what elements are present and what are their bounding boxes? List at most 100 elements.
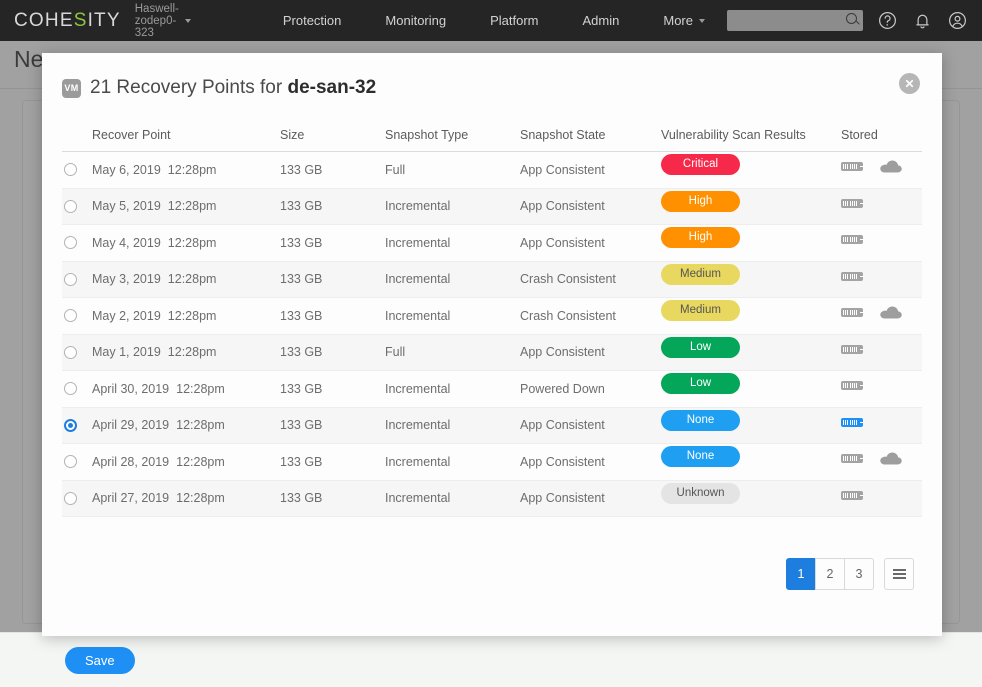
row-size: 133 GB (280, 407, 385, 444)
vulnerability-badge: Medium (661, 300, 740, 321)
vulnerability-badge: High (661, 191, 740, 212)
row-stored-cell (841, 152, 922, 189)
row-recover-point: May 5, 201912:28pm (92, 188, 280, 225)
bell-icon[interactable] (912, 10, 933, 31)
row-select-cell[interactable] (62, 371, 92, 408)
save-button[interactable]: Save (65, 647, 135, 674)
user-icon[interactable] (947, 10, 968, 31)
row-stored-cell (841, 480, 922, 517)
nav-item-protection[interactable]: Protection (261, 0, 364, 41)
row-recover-point: May 4, 201912:28pm (92, 225, 280, 262)
pagination-page-3[interactable]: 3 (844, 558, 874, 590)
modal-title-object: de-san-32 (287, 77, 376, 98)
search-input[interactable] (727, 10, 863, 31)
vulnerability-badge: Unknown (661, 483, 740, 504)
recovery-point-radio[interactable] (64, 309, 77, 322)
row-size: 133 GB (280, 152, 385, 189)
cloud-icon (878, 160, 903, 173)
table-row[interactable]: May 1, 201912:28pm133 GBFullApp Consiste… (62, 334, 922, 371)
row-date: May 1, 2019 (92, 345, 161, 359)
table-row[interactable]: May 5, 201912:28pm133 GBIncrementalApp C… (62, 188, 922, 225)
row-select-cell[interactable] (62, 334, 92, 371)
table-row[interactable]: May 3, 201912:28pm133 GBIncrementalCrash… (62, 261, 922, 298)
local-storage-icon (841, 308, 863, 317)
recovery-point-radio[interactable] (64, 346, 77, 359)
row-snapshot-state: Crash Consistent (520, 298, 661, 335)
row-snapshot-type: Incremental (385, 480, 520, 517)
pagination-page-1[interactable]: 1 (786, 558, 816, 590)
row-vulnerability-cell: High (661, 188, 841, 225)
row-snapshot-type: Incremental (385, 444, 520, 481)
row-vulnerability-cell: Low (661, 334, 841, 371)
row-vulnerability-cell: Medium (661, 298, 841, 335)
row-time: 12:28pm (176, 418, 225, 432)
row-stored-cell (841, 444, 922, 481)
nav-item-platform[interactable]: Platform (468, 0, 560, 41)
table-row[interactable]: May 6, 201912:28pm133 GBFullApp Consiste… (62, 152, 922, 189)
recovery-point-radio[interactable] (64, 492, 77, 505)
row-select-cell[interactable] (62, 152, 92, 189)
table-row[interactable]: April 27, 201912:28pm133 GBIncrementalAp… (62, 480, 922, 517)
row-select-cell[interactable] (62, 407, 92, 444)
nav-item-more[interactable]: More (641, 0, 727, 41)
cluster-selector[interactable]: Haswell-zodep0-323 (135, 3, 191, 39)
row-recover-point: May 6, 2019 12:28pm (92, 152, 280, 189)
recovery-point-radio[interactable] (64, 200, 77, 213)
row-snapshot-state: App Consistent (520, 444, 661, 481)
logo-part-2: ITY (88, 10, 121, 31)
table-row[interactable]: May 4, 201912:28pm133 GBIncrementalApp C… (62, 225, 922, 262)
row-select-cell[interactable] (62, 480, 92, 517)
pagination-page-2[interactable]: 2 (815, 558, 845, 590)
row-vulnerability-cell: Medium (661, 261, 841, 298)
recovery-point-radio[interactable] (64, 419, 77, 432)
column-snapshot-type: Snapshot Type (385, 128, 520, 152)
close-icon[interactable] (899, 73, 920, 94)
row-size: 133 GB (280, 298, 385, 335)
row-snapshot-state: App Consistent (520, 334, 661, 371)
nav-item-admin[interactable]: Admin (561, 0, 642, 41)
row-date: May 4, 2019 (92, 236, 161, 250)
help-icon[interactable] (877, 10, 898, 31)
row-snapshot-type: Full (385, 152, 520, 189)
row-time: 12:28pm (176, 491, 225, 505)
table-row[interactable]: April 29, 201912:28pm133 GBIncrementalAp… (62, 407, 922, 444)
recovery-point-radio[interactable] (64, 382, 77, 395)
recovery-points-modal: VM 21 Recovery Points for de-san-32 Reco… (42, 53, 942, 636)
nav-item-monitoring[interactable]: Monitoring (363, 0, 468, 41)
column-size: Size (280, 128, 385, 152)
nav-label: More (663, 0, 693, 41)
row-size: 133 GB (280, 225, 385, 262)
row-snapshot-state: Powered Down (520, 371, 661, 408)
local-storage-icon (841, 345, 863, 354)
row-snapshot-state: App Consistent (520, 188, 661, 225)
modal-title-prefix: 21 Recovery Points for (90, 77, 282, 98)
cloud-icon (878, 452, 903, 465)
recovery-point-radio[interactable] (64, 455, 77, 468)
row-time: 12:28pm (168, 199, 217, 213)
local-storage-icon (841, 235, 863, 244)
row-select-cell[interactable] (62, 188, 92, 225)
recovery-point-radio[interactable] (64, 236, 77, 249)
table-header: Recover Point Size Snapshot Type Snapsho… (62, 128, 922, 152)
cohesity-logo[interactable]: COHESITY (14, 10, 121, 32)
row-time: 12:28pm (176, 382, 225, 396)
table-row[interactable]: April 28, 201912:28pm133 GBIncrementalAp… (62, 444, 922, 481)
column-stored: Stored (841, 128, 922, 152)
table-row[interactable]: May 2, 201912:28pm133 GBIncrementalCrash… (62, 298, 922, 335)
nav-label: Platform (490, 0, 538, 41)
row-select-cell[interactable] (62, 298, 92, 335)
table-row[interactable]: April 30, 201912:28pm133 GBIncrementalPo… (62, 371, 922, 408)
recovery-point-radio[interactable] (64, 273, 77, 286)
row-date: May 6, 2019 (92, 163, 161, 177)
row-time: 12:28pm (168, 163, 217, 177)
list-menu-icon[interactable] (884, 558, 914, 590)
row-select-cell[interactable] (62, 444, 92, 481)
row-select-cell[interactable] (62, 261, 92, 298)
row-recover-point: May 1, 201912:28pm (92, 334, 280, 371)
row-snapshot-state: App Consistent (520, 407, 661, 444)
row-select-cell[interactable] (62, 225, 92, 262)
row-snapshot-state: Crash Consistent (520, 261, 661, 298)
row-date: April 30, 2019 (92, 382, 169, 396)
recovery-point-radio[interactable] (64, 163, 77, 176)
nav-utilities (727, 10, 982, 31)
